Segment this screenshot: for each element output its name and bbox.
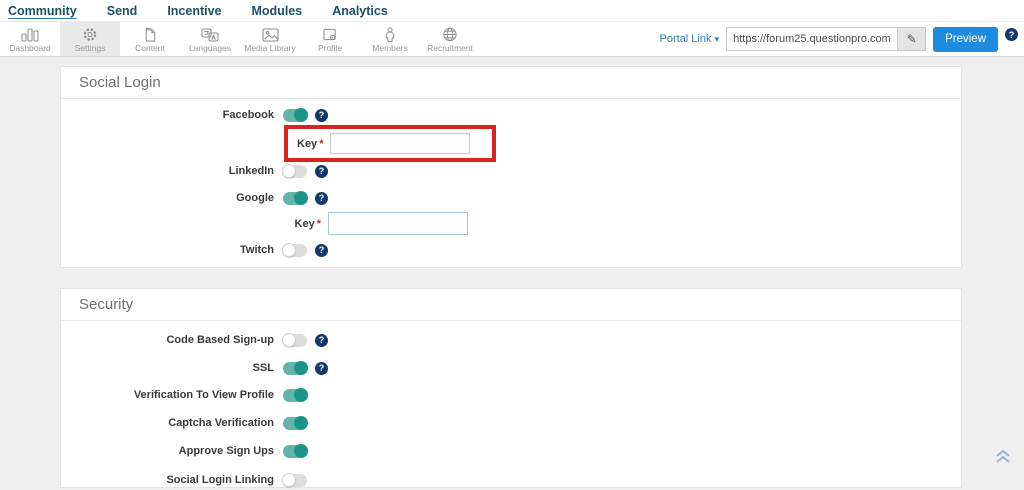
toolbar-item-languages[interactable]: A Languages [180,22,240,56]
social-login-section: Social Login Facebook ? Key* LinkedIn ? … [60,66,962,268]
approve-signups-label: Approve Sign Ups [61,445,274,457]
edit-url-button[interactable]: ✎ [898,27,926,51]
nav-item-send[interactable]: Send [107,1,138,21]
toolbar-item-recruitment[interactable]: Recruitment [420,22,480,56]
approve-signups-toggle[interactable] [283,445,307,458]
toolbar-label: Settings [75,43,106,53]
globe-icon [442,25,458,42]
twitch-toggle[interactable] [283,244,307,257]
translate-icon: A [201,25,219,42]
ssl-row: SSL ? [61,358,961,378]
required-asterisk: * [319,138,323,150]
code-based-signup-row: Code Based Sign-up ? [61,330,961,350]
approve-signups-row: Approve Sign Ups [61,441,961,461]
google-toggle[interactable] [283,192,307,205]
linkedin-toggle[interactable] [283,165,307,178]
facebook-key-input[interactable] [330,133,470,154]
bar-chart-icon [21,25,39,42]
google-key-label: Key* [61,218,321,230]
portal-url-input[interactable] [726,27,898,51]
double-chevron-up-icon [994,451,1012,468]
ssl-help-icon[interactable]: ? [315,362,328,375]
social-login-linking-label: Social Login Linking [61,474,274,486]
google-key-input[interactable] [328,212,468,235]
toggle-knob [294,388,308,402]
google-row: Google ? [61,188,961,208]
verification-profile-toggle[interactable] [283,389,307,402]
nav-item-community[interactable]: Community [8,1,77,21]
twitch-label: Twitch [61,244,274,256]
ssl-label: SSL [61,362,274,374]
twitch-help-icon[interactable]: ? [315,244,328,257]
portal-link-dropdown[interactable]: Portal Link ▾ [660,33,720,45]
linkedin-label: LinkedIn [61,165,274,177]
toggle-knob [294,361,308,375]
code-based-signup-toggle[interactable] [283,334,307,347]
google-key-row: Key* [61,212,468,235]
nav-item-analytics[interactable]: Analytics [332,1,388,21]
toolbar-label: Recruitment [427,43,473,53]
twitch-row: Twitch ? [61,240,961,260]
toggle-knob [282,243,296,257]
linkedin-help-icon[interactable]: ? [315,165,328,178]
verification-profile-label: Verification To View Profile [61,389,274,401]
toolbar-item-members[interactable]: Members [360,22,420,56]
google-help-icon[interactable]: ? [315,192,328,205]
toolbar-item-media-library[interactable]: Media Library [240,22,300,56]
code-based-signup-help-icon[interactable]: ? [315,334,328,347]
toggle-knob [282,164,296,178]
social-login-linking-toggle[interactable] [283,474,307,487]
toolbar-label: Media Library [244,43,296,53]
facebook-toggle[interactable] [283,109,307,122]
code-based-signup-label: Code Based Sign-up [61,334,274,346]
security-section: Security Code Based Sign-up ? SSL ? Veri… [60,288,962,488]
toolbar-item-dashboard[interactable]: Dashboard [0,22,60,56]
toolbar-label: Languages [189,43,231,53]
preview-button[interactable]: Preview [933,27,998,52]
required-asterisk: * [317,218,321,230]
toolbar-label: Dashboard [9,43,51,53]
section-title-security: Security [61,289,961,321]
pencil-icon: ✎ [907,32,917,46]
toggle-knob [294,444,308,458]
settings-toolbar: Dashboard Settings Content A Languages M… [0,22,1024,57]
social-login-linking-row: Social Login Linking [61,470,961,490]
facebook-help-icon[interactable]: ? [315,109,328,122]
toolbar-item-settings[interactable]: Settings [60,22,120,56]
toolbar-label: Members [372,43,407,53]
toolbar-label: Content [135,43,165,53]
document-icon [142,25,158,42]
scroll-to-top-button[interactable] [994,448,1012,469]
facebook-label: Facebook [61,109,274,121]
toggle-knob [294,108,308,122]
nav-item-incentive[interactable]: Incentive [167,1,221,21]
gear-icon [82,25,98,42]
portal-link-group: Portal Link ▾ ✎ Preview ? [660,22,1018,56]
captcha-verification-row: Captcha Verification [61,413,961,433]
toolbar-item-content[interactable]: Content [120,22,180,56]
facebook-key-highlight-box: Key* [284,125,496,162]
facebook-row: Facebook ? [61,105,961,125]
svg-text:A: A [212,36,216,42]
image-icon [262,25,279,42]
toolbar-item-profile[interactable]: Profile [300,22,360,56]
captcha-verification-toggle[interactable] [283,417,307,430]
main-nav: Community Send Incentive Modules Analyti… [0,0,1024,22]
chevron-down-icon: ▾ [715,34,720,44]
captcha-verification-label: Captcha Verification [61,417,274,429]
person-icon [384,25,396,42]
toggle-knob [282,333,296,347]
preview-help-icon[interactable]: ? [1005,28,1018,41]
linkedin-row: LinkedIn ? [61,161,961,181]
toggle-knob [294,191,308,205]
section-title-social-login: Social Login [61,67,961,99]
toggle-knob [294,416,308,430]
ssl-toggle[interactable] [283,362,307,375]
nav-item-modules[interactable]: Modules [252,1,303,21]
profile-card-icon [322,25,338,42]
facebook-key-label: Key* [297,138,323,150]
toolbar-label: Profile [318,43,342,53]
verification-profile-row: Verification To View Profile [61,385,961,405]
google-label: Google [61,192,274,204]
